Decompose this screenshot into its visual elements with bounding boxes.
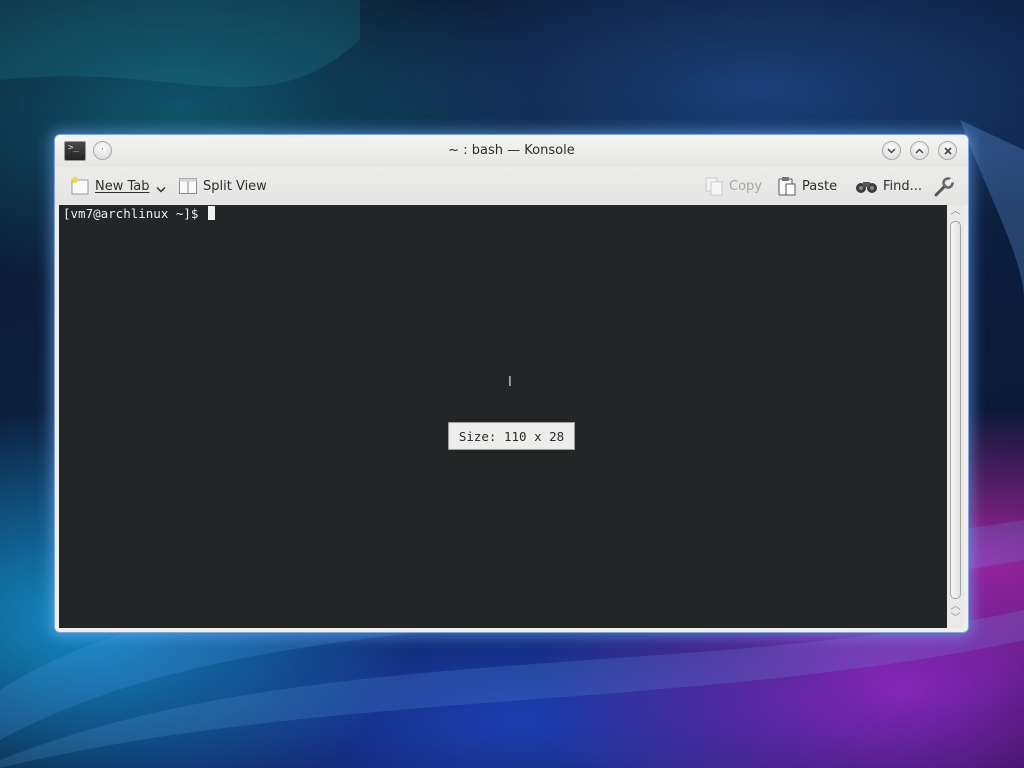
size-tooltip: Size: 110 x 28 (448, 422, 575, 450)
new-tab-icon (70, 176, 90, 196)
copy-label: Copy (729, 178, 762, 194)
wrench-icon (933, 176, 955, 197)
scroll-up-icon[interactable]: ︿ (949, 601, 962, 613)
title-bar[interactable]: >_ · ~ : bash — Konsole (55, 135, 968, 167)
copy-button[interactable]: Copy (704, 175, 762, 197)
paste-icon (777, 176, 797, 196)
new-tab-button[interactable]: New Tab (70, 175, 166, 197)
text-cursor (208, 206, 215, 220)
vertical-scrollbar[interactable]: ︿ ︿ ﹀ (947, 205, 964, 628)
scroll-down-icon[interactable]: ﹀ (949, 613, 962, 625)
find-label: Find... (883, 178, 923, 194)
chevron-down-icon (887, 147, 896, 154)
terminal-line: [vm7@archlinux ~]$ (63, 206, 215, 221)
new-tab-label: New Tab (95, 178, 150, 194)
settings-button[interactable] (933, 175, 955, 197)
find-button[interactable]: Find... (855, 175, 922, 197)
close-icon (943, 146, 952, 155)
main-toolbar: New Tab Split View Copy Paste Find... (55, 167, 968, 205)
split-view-label: Split View (203, 178, 267, 194)
paste-label: Paste (802, 178, 838, 194)
paste-button[interactable]: Paste (777, 175, 837, 197)
close-button[interactable] (938, 141, 957, 160)
scrollbar-thumb[interactable] (950, 221, 961, 599)
shell-prompt: [vm7@archlinux ~]$ (63, 206, 206, 221)
maximize-button[interactable] (910, 141, 929, 160)
chevron-down-icon[interactable] (155, 186, 166, 194)
split-view-button[interactable]: Split View (178, 175, 267, 197)
binoculars-icon (855, 176, 878, 196)
minimize-button[interactable] (882, 141, 901, 160)
terminal-area[interactable]: [vm7@archlinux ~]$ (59, 205, 947, 628)
split-view-icon (178, 176, 198, 196)
mouse-ibeam-cursor-icon: I (508, 375, 512, 390)
chevron-up-icon (915, 147, 924, 154)
window-title: ~ : bash — Konsole (448, 143, 575, 158)
scroll-up-icon[interactable]: ︿ (949, 206, 962, 218)
copy-icon (704, 176, 724, 196)
